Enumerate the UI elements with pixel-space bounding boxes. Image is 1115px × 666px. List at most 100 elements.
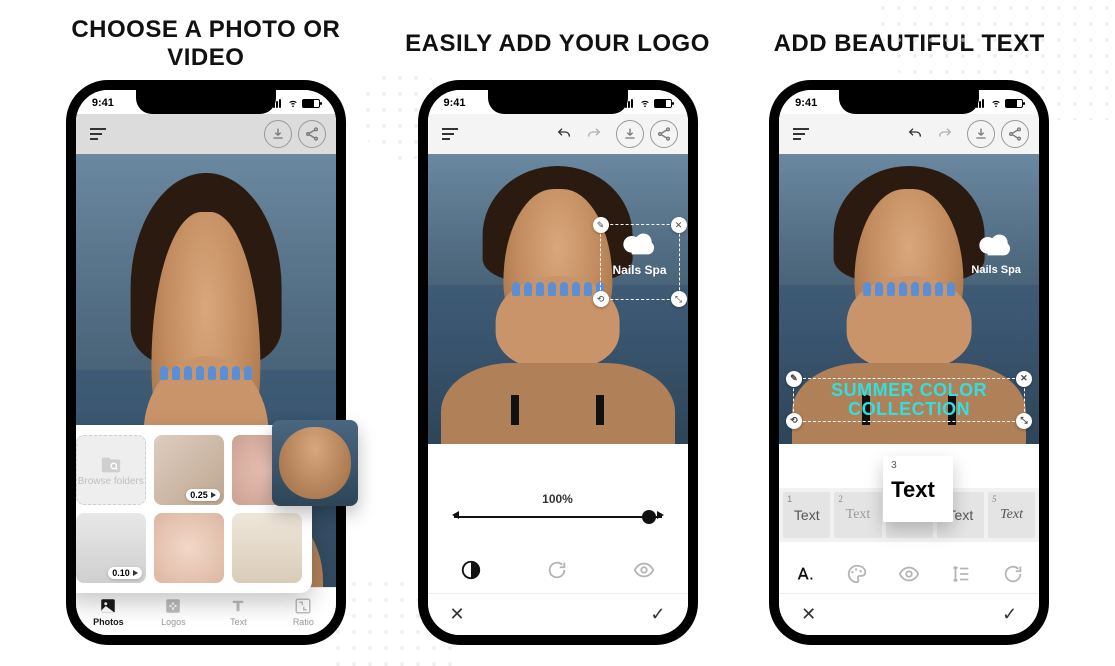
selected-photo-thumb[interactable]: [272, 420, 358, 506]
slider-value: 100%: [454, 492, 662, 506]
download-button[interactable]: [264, 120, 292, 148]
share-button[interactable]: [650, 120, 678, 148]
cancel-button[interactable]: ✕: [801, 604, 816, 625]
font-option[interactable]: 5Text: [988, 492, 1035, 538]
photos-icon: [99, 597, 117, 615]
rotate-tool[interactable]: [542, 555, 572, 585]
wifi-icon: [639, 98, 651, 108]
undo-button[interactable]: [907, 126, 923, 142]
play-icon: [133, 570, 138, 576]
delete-handle[interactable]: ✕: [671, 217, 687, 233]
nav-logos[interactable]: Logos: [141, 588, 206, 635]
canvas-photo[interactable]: ✎ ✕ ⟲ ⤡ Nails Spa: [428, 154, 688, 444]
gallery-thumb[interactable]: 0.25: [154, 435, 224, 505]
rotate-handle[interactable]: ⟲: [593, 291, 609, 307]
share-button[interactable]: [298, 120, 326, 148]
ratio-icon: [294, 597, 312, 615]
battery-icon: [302, 99, 320, 108]
slider-track[interactable]: [454, 516, 662, 518]
headline-panel-1: CHOOSE A PHOTO OR VIDEO: [40, 16, 372, 72]
confirm-button[interactable]: ✓: [650, 604, 665, 625]
rotate-tool[interactable]: [998, 559, 1028, 589]
logo-text: Nails Spa: [601, 263, 679, 277]
font-index: 1: [787, 494, 792, 504]
font-option[interactable]: 1Text: [783, 492, 830, 538]
phone-notch: [839, 88, 979, 114]
logo-selection-box[interactable]: ✎ ✕ ⟲ ⤡ Nails Spa: [600, 224, 680, 300]
phone-notch: [488, 88, 628, 114]
font-preview-popup[interactable]: 3 Text: [883, 456, 953, 522]
font-label: Text: [846, 507, 871, 523]
battery-icon: [1005, 99, 1023, 108]
opacity-tool[interactable]: [456, 555, 486, 585]
phone-notch: [136, 88, 276, 114]
download-button[interactable]: [616, 120, 644, 148]
text-icon: [229, 597, 247, 615]
logos-icon: [164, 597, 182, 615]
resize-handle[interactable]: ⤡: [671, 291, 687, 307]
logo-graphic: [976, 232, 1016, 262]
font-index: 3: [891, 460, 945, 471]
edit-handle[interactable]: ✎: [786, 371, 802, 387]
video-duration-badge: 0.25: [186, 489, 220, 501]
text-selection-box[interactable]: ✎ ✕ ⟲ ⤡ SUMMER COLOR COLLECTION: [793, 378, 1025, 422]
confirm-button[interactable]: ✓: [1002, 604, 1017, 625]
visibility-tool[interactable]: [629, 555, 659, 585]
folder-search-icon: [98, 454, 124, 476]
undo-button[interactable]: [556, 126, 572, 142]
font-label: Text: [1000, 507, 1023, 523]
gallery-thumb[interactable]: [154, 513, 224, 583]
rotate-handle[interactable]: ⟲: [786, 413, 802, 429]
redo-button[interactable]: [937, 126, 953, 142]
phone-frame: 9:41: [418, 80, 698, 645]
gallery-thumb[interactable]: 0.10: [76, 513, 146, 583]
redo-button[interactable]: [586, 126, 602, 142]
text-tool-row: [779, 550, 1039, 598]
browse-folders-button[interactable]: Browse folders: [76, 435, 146, 505]
edit-handle[interactable]: ✎: [593, 217, 609, 233]
share-button[interactable]: [1001, 120, 1029, 148]
download-button[interactable]: [967, 120, 995, 148]
phone-frame: 9:41: [66, 80, 346, 645]
spacing-tool[interactable]: [946, 559, 976, 589]
logo-text: Nails Spa: [963, 264, 1029, 276]
play-icon: [211, 492, 216, 498]
menu-icon[interactable]: [90, 128, 106, 140]
wifi-icon: [287, 98, 299, 108]
nav-ratio[interactable]: Ratio: [271, 588, 336, 635]
edit-tool-row: [428, 546, 688, 594]
status-time: 9:41: [795, 97, 817, 109]
font-option[interactable]: 2Text: [834, 492, 881, 538]
wifi-icon: [990, 98, 1002, 108]
gallery-thumb[interactable]: [232, 513, 302, 583]
menu-icon[interactable]: [793, 128, 809, 140]
status-time: 9:41: [444, 97, 466, 109]
resize-handle[interactable]: ⤡: [1016, 413, 1032, 429]
slider-knob[interactable]: [642, 510, 656, 524]
top-toolbar: [76, 114, 336, 154]
top-toolbar: [779, 114, 1039, 154]
nav-photos[interactable]: Photos: [76, 588, 141, 635]
nav-photos-label: Photos: [93, 617, 124, 627]
top-toolbar: [428, 114, 688, 154]
visibility-tool[interactable]: [894, 559, 924, 589]
opacity-slider[interactable]: 100%: [454, 492, 662, 518]
nav-logos-label: Logos: [161, 617, 186, 627]
font-label: Text: [794, 507, 820, 523]
battery-icon: [654, 99, 672, 108]
color-tool[interactable]: [842, 559, 872, 589]
browse-folders-label: Browse folders: [78, 476, 144, 487]
nav-text-label: Text: [230, 617, 247, 627]
bottom-nav: Photos Logos Text Ratio: [76, 587, 336, 635]
overlay-text: SUMMER COLOR COLLECTION: [831, 380, 987, 419]
nav-text[interactable]: Text: [206, 588, 271, 635]
phone-frame: 9:41: [769, 80, 1049, 645]
headline-panel-2: EASILY ADD YOUR LOGO: [405, 16, 710, 72]
nav-ratio-label: Ratio: [293, 617, 314, 627]
cancel-button[interactable]: ✕: [450, 604, 465, 625]
status-time: 9:41: [92, 97, 114, 109]
video-duration-badge: 0.10: [108, 567, 142, 579]
font-tool[interactable]: [790, 559, 820, 589]
logo-element[interactable]: Nails Spa: [963, 226, 1029, 290]
menu-icon[interactable]: [442, 128, 458, 140]
